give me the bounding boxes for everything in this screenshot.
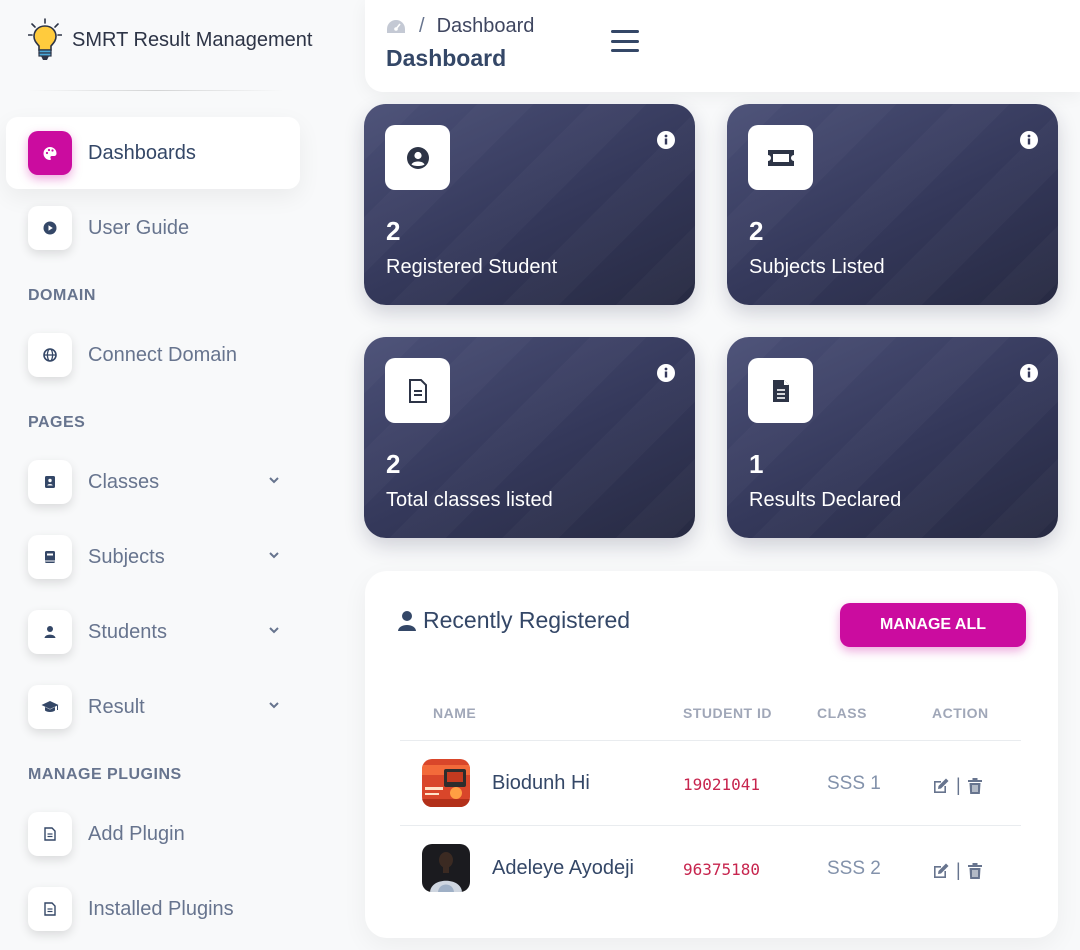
chevron-down-icon[interactable]	[268, 474, 280, 486]
section-heading-domain: DOMAIN	[28, 287, 96, 304]
sidebar: SMRT Result Management Dashboards User G…	[0, 0, 330, 950]
file-icon	[28, 887, 72, 931]
sidebar-item-label: Installed Plugins	[88, 897, 234, 920]
sidebar-item-label: Add Plugin	[88, 822, 185, 845]
breadcrumb-current: Dashboard	[436, 15, 535, 37]
sidebar-item-label: Connect Domain	[88, 343, 237, 366]
user-circle-icon	[385, 125, 450, 190]
trash-icon[interactable]	[967, 862, 983, 880]
student-class: SSS 1	[827, 773, 881, 794]
graduation-cap-icon	[28, 685, 72, 729]
sidebar-item-label: Dashboards	[88, 141, 196, 164]
user-icon	[28, 610, 72, 654]
address-book-icon	[28, 460, 72, 504]
sidebar-item-connect-domain[interactable]: Connect Domain	[6, 319, 300, 391]
row-actions: |	[932, 860, 983, 881]
chevron-down-icon[interactable]	[268, 624, 280, 636]
row-actions: |	[932, 775, 983, 796]
sidebar-item-installed-plugins[interactable]: Installed Plugins	[6, 873, 300, 945]
file-icon	[28, 812, 72, 856]
column-header-student-id: STUDENT ID	[683, 705, 772, 721]
top-navbar: / Dashboard Dashboard	[365, 0, 1080, 92]
student-class: SSS 2	[827, 858, 881, 879]
user-icon	[398, 610, 416, 631]
sidebar-item-result[interactable]: Result	[6, 671, 300, 743]
sidebar-item-label: Subjects	[88, 545, 165, 568]
column-header-action: ACTION	[932, 705, 989, 721]
brand[interactable]: SMRT Result Management	[28, 18, 312, 62]
lightbulb-logo-icon	[28, 18, 62, 60]
student-name: Adeleye Ayodeji	[492, 857, 634, 879]
stat-label: Total classes listed	[386, 489, 553, 511]
student-id: 19021041	[683, 775, 761, 794]
globe-icon	[28, 333, 72, 377]
sidebar-divider	[28, 90, 284, 91]
gauge-icon[interactable]	[385, 18, 407, 36]
info-icon[interactable]	[657, 131, 675, 149]
sidebar-item-add-plugin[interactable]: Add Plugin	[6, 798, 300, 870]
palette-icon	[28, 131, 72, 175]
avatar	[422, 759, 470, 807]
sidebar-item-dashboards[interactable]: Dashboards	[6, 117, 300, 189]
recently-registered-panel: Recently Registered MANAGE ALL NAME STUD…	[365, 571, 1058, 938]
student-name: Biodunh Hi	[492, 772, 590, 794]
breadcrumb: / Dashboard	[385, 15, 534, 38]
sidebar-item-user-guide[interactable]: User Guide	[6, 192, 300, 264]
book-icon	[28, 535, 72, 579]
breadcrumb-separator: /	[419, 15, 425, 37]
info-icon[interactable]	[1020, 131, 1038, 149]
table-divider	[400, 740, 1021, 741]
column-header-name: NAME	[433, 705, 477, 721]
stat-card-total-classes: 2 Total classes listed	[364, 337, 695, 538]
info-icon[interactable]	[1020, 364, 1038, 382]
sidebar-item-students[interactable]: Students	[6, 596, 300, 668]
table-divider	[400, 825, 1021, 826]
student-id: 96375180	[683, 860, 761, 879]
sidebar-item-label: User Guide	[88, 216, 190, 239]
file-text-icon	[748, 358, 813, 423]
play-icon	[28, 206, 72, 250]
info-icon[interactable]	[657, 364, 675, 382]
manage-all-button[interactable]: MANAGE ALL	[840, 603, 1026, 647]
page-title: Dashboard	[386, 45, 507, 71]
stat-label: Registered Student	[386, 256, 558, 278]
stat-label: Results Declared	[749, 489, 902, 511]
stat-label: Subjects Listed	[749, 256, 885, 278]
sidebar-item-classes[interactable]: Classes	[6, 446, 300, 518]
section-heading-pages: PAGES	[28, 414, 86, 431]
stat-value: 2	[749, 216, 764, 246]
stat-value: 2	[386, 449, 401, 479]
sidebar-item-label: Result	[88, 695, 145, 718]
stat-value: 1	[749, 449, 764, 479]
chevron-down-icon[interactable]	[268, 699, 280, 711]
action-separator: |	[956, 860, 961, 880]
panel-title-text: Recently Registered	[423, 607, 631, 633]
brand-name: SMRT Result Management	[72, 28, 313, 51]
panel-title: Recently Registered	[397, 607, 630, 634]
sidebar-item-subjects[interactable]: Subjects	[6, 521, 300, 593]
column-header-class: CLASS	[817, 705, 867, 721]
stat-card-registered-students: 2 Registered Student	[364, 104, 695, 305]
section-heading-manage-plugins: MANAGE PLUGINS	[28, 766, 182, 783]
trash-icon[interactable]	[967, 777, 983, 795]
edit-icon[interactable]	[932, 862, 950, 880]
stat-card-results-declared: 1 Results Declared	[727, 337, 1058, 538]
stat-value: 2	[386, 216, 401, 246]
edit-icon[interactable]	[932, 777, 950, 795]
file-lines-icon	[385, 358, 450, 423]
hamburger-menu-icon[interactable]	[611, 30, 639, 52]
sidebar-item-label: Students	[88, 620, 167, 643]
action-separator: |	[956, 775, 961, 795]
ticket-icon	[748, 125, 813, 190]
avatar	[422, 844, 470, 892]
stat-card-subjects-listed: 2 Subjects Listed	[727, 104, 1058, 305]
chevron-down-icon[interactable]	[268, 549, 280, 561]
sidebar-item-label: Classes	[88, 470, 160, 493]
